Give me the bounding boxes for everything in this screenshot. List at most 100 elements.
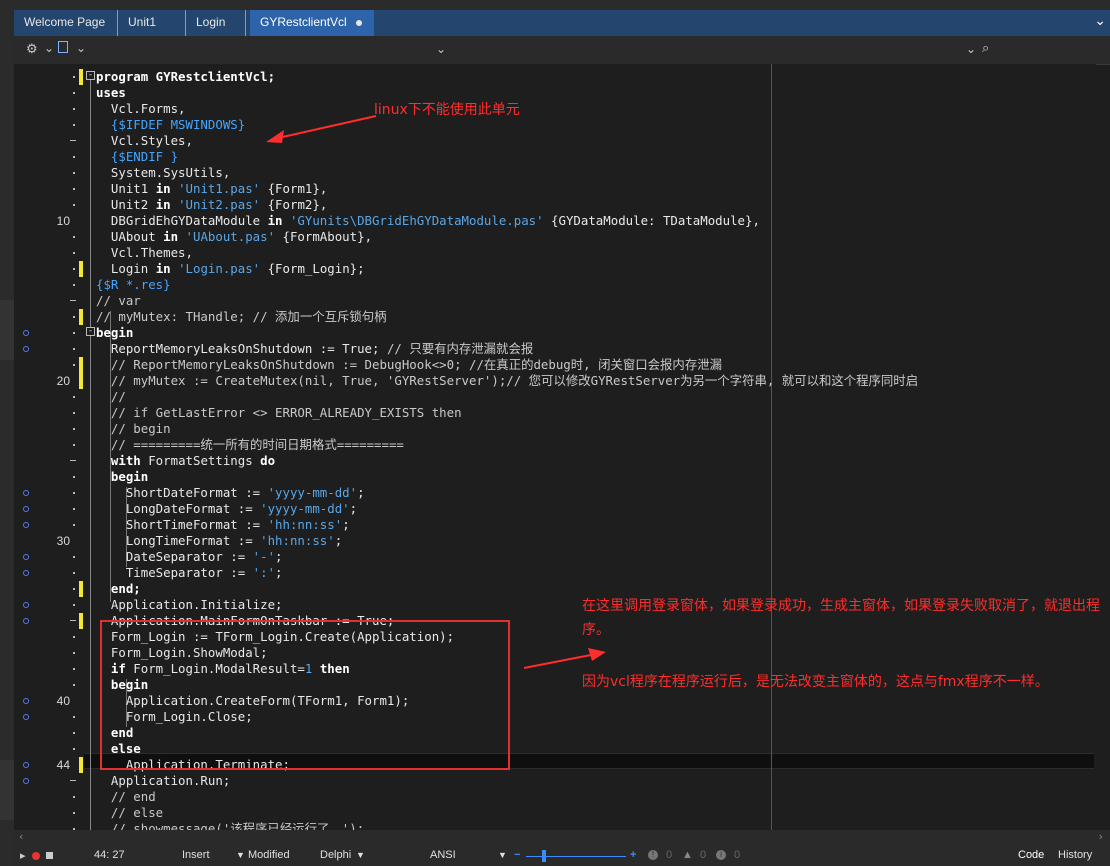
hint-icon[interactable]: i [716,850,726,860]
code-line: ReportMemoryLeaksOnShutdown := True; // … [96,341,534,356]
code-line: begin [96,325,134,340]
code-line: LongTimeFormat := 'hh:nn:ss'; [96,533,343,548]
code-line: Vcl.Themes, [96,245,193,260]
left-strip-segment [0,300,14,360]
breakpoint-marker-icon[interactable] [23,714,29,720]
code-line: Vcl.Styles, [96,133,193,148]
line-number: 20 [56,374,70,388]
tab-label: Login [196,15,226,29]
code-line: // begin [96,421,171,436]
fold-guide-line [90,78,91,830]
record-macro-icon[interactable] [32,852,40,860]
dropdown-triangle-icon[interactable]: ▼ [356,850,365,860]
fold-toggle-icon[interactable]: - [86,327,95,336]
tab-welcome-page[interactable]: Welcome Page [14,10,118,36]
horizontal-scrollbar[interactable]: ‹ › [14,830,1110,846]
code-line: ShortTimeFormat := 'hh:nn:ss'; [96,517,350,532]
line-number: 44 [56,758,70,772]
document-icon[interactable] [58,41,68,53]
tab-login[interactable]: Login [186,10,246,36]
right-margin-line [771,64,772,830]
run-icon[interactable]: ▸ [20,849,26,862]
code-line: System.SysUtils, [96,165,231,180]
stop-macro-icon[interactable] [46,852,53,859]
encoding-selector[interactable]: ANSI [430,849,456,861]
breakpoint-marker-icon[interactable] [23,778,29,784]
zoom-slider-track[interactable] [526,856,626,857]
code-line: DateSeparator := '-'; [96,549,283,564]
warning-count: 0 [700,849,707,861]
hint-count: 0 [734,849,741,861]
error-count: 0 [666,849,673,861]
breakpoint-marker-icon[interactable] [23,554,29,560]
dropdown-triangle-icon[interactable]: ▼ [236,850,245,860]
left-strip-segment [0,760,14,820]
breakpoint-marker-icon[interactable] [23,346,29,352]
code-line: // else [96,805,164,820]
code-line: DBGridEhGYDataModule in 'GYunits\DBGridE… [96,213,760,228]
class-dropdown-chevron-icon[interactable]: ⌄ [436,42,446,56]
breakpoint-marker-icon[interactable] [23,506,29,512]
tab-overflow-chevron-icon[interactable]: ⌄ [1094,12,1106,29]
code-line: program GYRestclientVcl; [96,69,276,84]
editor-tab-bar: Welcome Page Unit1 Login GYRestclientVcl… [14,10,1110,36]
breakpoint-marker-icon[interactable] [23,602,29,608]
code-line: end; [96,581,141,596]
structure-icon[interactable]: ⚙ [26,41,38,57]
breakpoint-marker-icon[interactable] [23,490,29,496]
code-line: UAbout in 'UAbout.pas' {FormAbout}, [96,229,373,244]
code-line: uses [96,85,126,100]
dropdown-triangle-icon[interactable]: ▼ [498,850,507,860]
tab-history[interactable]: History [1058,849,1092,861]
annotation-vcl-note: 因为vcl程序在程序运行后，是无法改变主窗体的，这点与fmx程序不一样。 [582,674,1049,690]
code-line: // end [96,789,156,804]
scroll-right-icon[interactable]: › [1097,830,1104,843]
line-number: 30 [56,534,70,548]
status-bar: ▸ 44: 27 Insert ▼ Modified Delphi ▼ ANSI… [14,846,1110,866]
breakpoint-marker-icon[interactable] [23,570,29,576]
code-line: // =========统一所有的时间日期格式========= [96,437,404,452]
fold-toggle-icon[interactable]: - [86,71,95,80]
breakpoint-marker-icon[interactable] [23,698,29,704]
breakpoint-marker-icon[interactable] [23,762,29,768]
code-line: LongDateFormat := 'yyyy-mm-dd'; [96,501,358,516]
modified-indicator: Modified [248,849,290,861]
warning-icon[interactable]: ▲ [682,849,693,861]
code-line: // [96,389,126,404]
tab-gyrestclientvcl[interactable]: GYRestclientVcl [250,10,374,36]
tab-label: Unit1 [128,15,157,29]
zoom-out-icon[interactable]: − [514,849,520,861]
error-icon[interactable]: ! [648,850,658,860]
cursor-position: 44: 27 [94,849,125,861]
code-line: Unit1 in 'Unit1.pas' {Form1}, [96,181,328,196]
breakpoint-marker-icon[interactable] [23,522,29,528]
unsaved-dot-icon [355,19,362,26]
code-line: // showmessage('该程序已经运行了。'); [96,821,365,830]
search-icon[interactable]: ⌕ [982,40,989,56]
breakpoint-marker-icon[interactable] [23,330,29,336]
code-line: // ReportMemoryLeaksOnShutdown := DebugH… [96,357,722,372]
zoom-slider-thumb[interactable] [542,850,546,862]
tab-unit1[interactable]: Unit1 [118,10,186,36]
line-number: 10 [56,214,70,228]
code-line: ShortDateFormat := 'yyyy-mm-dd'; [96,485,365,500]
annotation-linux-note: linux下不能使用此单元 [374,102,520,118]
tab-code[interactable]: Code [1018,849,1044,861]
code-line: {$ENDIF } [96,149,179,164]
breakpoint-marker-icon[interactable] [23,618,29,624]
line-number: 40 [56,694,70,708]
editor-toolbar: ⚙ ⌄ ⌄ ⌄ ⌄ ⌕ [14,36,1110,65]
dropdown-chevron-icon[interactable]: ⌄ [44,41,54,55]
dropdown-chevron-icon[interactable]: ⌄ [76,41,86,55]
annotation-highlight-box [100,620,510,770]
scroll-left-icon[interactable]: ‹ [18,830,25,843]
insert-mode[interactable]: Insert [182,849,210,861]
zoom-in-icon[interactable]: + [630,849,636,861]
annotation-arrow-icon [266,115,377,143]
code-line: TimeSeparator := ':'; [96,565,283,580]
method-dropdown-chevron-icon[interactable]: ⌄ [966,42,976,56]
code-line: Unit2 in 'Unit2.pas' {Form2}, [96,197,328,212]
language-selector[interactable]: Delphi [320,849,351,861]
code-line: {$R *.res} [96,277,171,292]
vertical-scrollbar[interactable] [1094,64,1096,830]
